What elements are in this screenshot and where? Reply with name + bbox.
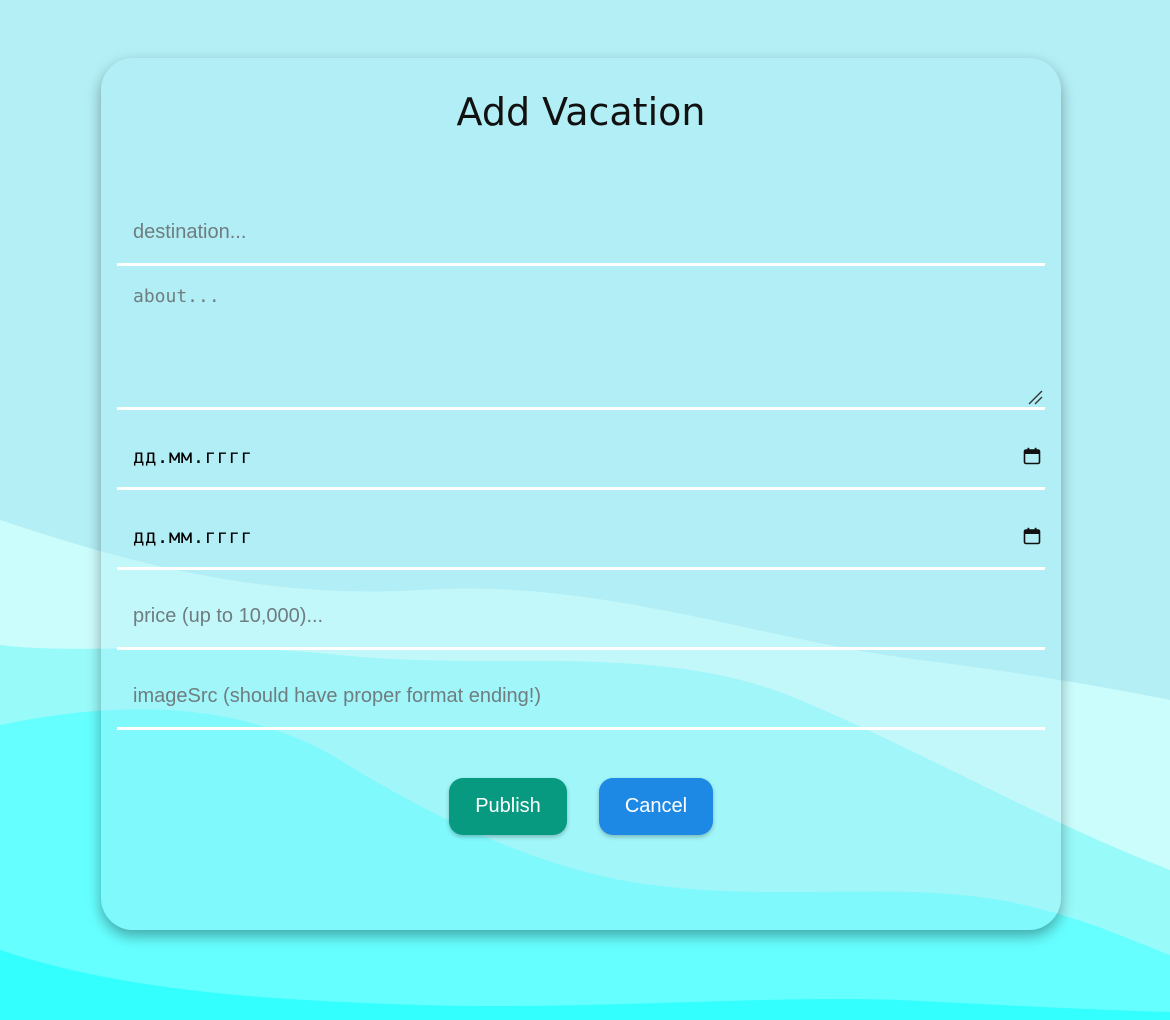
start-date-placeholder: дд.мм.гггг bbox=[133, 446, 253, 468]
destination-input[interactable]: destination... bbox=[117, 196, 1045, 266]
end-date-input[interactable]: дд.мм.гггг bbox=[117, 490, 1045, 570]
calendar-icon[interactable] bbox=[1023, 447, 1041, 465]
calendar-icon[interactable] bbox=[1023, 527, 1041, 545]
price-input[interactable]: price (up to 10,000)... bbox=[117, 570, 1045, 650]
about-placeholder: about... bbox=[133, 286, 220, 307]
start-date-input[interactable]: дд.мм.гггг bbox=[117, 410, 1045, 490]
page-title: Add Vacation bbox=[456, 90, 706, 134]
cancel-button[interactable]: Cancel bbox=[599, 778, 713, 835]
about-textarea[interactable]: about... bbox=[117, 266, 1045, 410]
image-src-input[interactable]: imageSrc (should have proper format endi… bbox=[117, 650, 1045, 730]
image-src-placeholder: imageSrc (should have proper format endi… bbox=[133, 685, 541, 707]
end-date-placeholder: дд.мм.гггг bbox=[133, 526, 253, 548]
publish-button[interactable]: Publish bbox=[449, 778, 567, 835]
price-placeholder: price (up to 10,000)... bbox=[133, 605, 324, 627]
resize-handle-icon[interactable] bbox=[1027, 389, 1043, 405]
add-vacation-card: Add Vacation destination... about... дд.… bbox=[101, 58, 1061, 930]
destination-placeholder: destination... bbox=[133, 221, 247, 243]
